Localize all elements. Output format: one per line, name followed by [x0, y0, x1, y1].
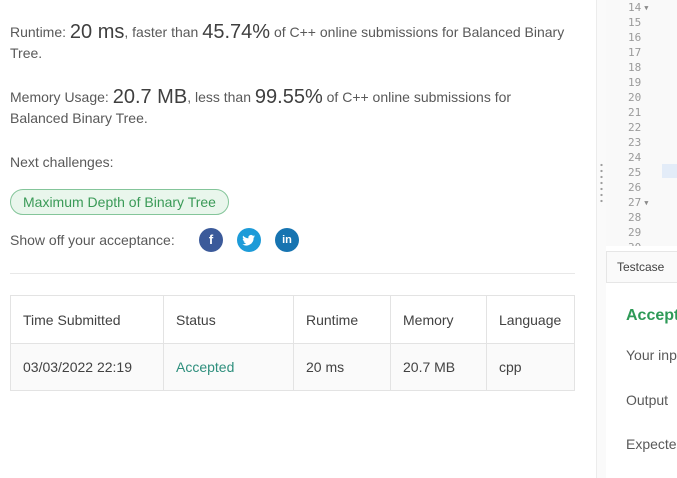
- line-number: 21: [628, 106, 642, 119]
- memory-label: Memory Usage:: [10, 89, 109, 105]
- line-number: 29: [628, 226, 642, 239]
- line-number: 22: [628, 121, 642, 134]
- fold-arrow-icon[interactable]: ▼: [644, 4, 648, 12]
- status-link[interactable]: Accepted: [163, 343, 294, 391]
- table-row[interactable]: 03/03/2022 22:19 Accepted 20 ms 20.7 MB …: [10, 343, 575, 391]
- line-number: 18: [628, 61, 642, 74]
- memory-percent: 99.55%: [254, 86, 323, 108]
- active-line-highlight: [662, 164, 677, 178]
- tab-testcase[interactable]: Testcase: [606, 251, 677, 283]
- next-challenges-label: Next challenges:: [10, 154, 114, 170]
- output-label: Output: [626, 392, 669, 408]
- panel-splitter[interactable]: [596, 0, 606, 478]
- line-number: 15: [628, 16, 642, 29]
- divider: [10, 273, 575, 274]
- twitter-icon[interactable]: [237, 228, 261, 252]
- code-editor[interactable]: 14 ▼ 15 16 17 18 19 20 21 22 23 24 25 26 …: [606, 0, 677, 246]
- memory-comparison: , less than: [187, 89, 252, 105]
- table-header-row: Time Submitted Status Runtime Memory Lan…: [10, 295, 575, 344]
- memory-stat: Memory Usage: 20.7 MB, less than 99.55% …: [10, 87, 570, 129]
- linkedin-icon[interactable]: in: [275, 228, 299, 252]
- column-header[interactable]: Time Submitted: [10, 295, 164, 344]
- submission-table: Time Submitted Status Runtime Memory Lan…: [10, 295, 575, 391]
- line-number: 28: [628, 211, 642, 224]
- column-header[interactable]: Status: [163, 295, 294, 344]
- line-number: 24: [628, 151, 642, 164]
- runtime-cell: 20 ms: [293, 343, 391, 391]
- language-cell: cpp: [486, 343, 575, 391]
- column-header[interactable]: Memory: [390, 295, 487, 344]
- runtime-label: Runtime:: [10, 24, 67, 40]
- fold-arrow-icon[interactable]: ▼: [644, 199, 648, 207]
- submission-detail-panel: Runtime: 20 ms, faster than 45.74% of C+…: [0, 0, 596, 478]
- line-number: 19: [628, 76, 642, 89]
- line-number: 17: [628, 46, 642, 59]
- facebook-icon[interactable]: f: [199, 228, 223, 252]
- line-number: 26: [628, 181, 642, 194]
- share-label: Show off your acceptance:: [10, 232, 175, 248]
- drag-handle-icon[interactable]: [600, 162, 603, 206]
- line-number: 20: [628, 91, 642, 104]
- line-number: 16: [628, 31, 642, 44]
- line-number: 30: [628, 240, 658, 246]
- time-submitted-cell: 03/03/2022 22:19: [10, 343, 164, 391]
- your-input-label: Your input: [626, 347, 677, 363]
- line-number: 25: [628, 166, 642, 179]
- line-number: 23: [628, 136, 642, 149]
- column-header[interactable]: Language: [486, 295, 575, 344]
- memory-value: 20.7 MB: [112, 86, 188, 108]
- line-number: 27 ▼: [628, 196, 649, 209]
- line-number: 14 ▼: [628, 1, 649, 14]
- runtime-percent: 45.74%: [202, 21, 271, 43]
- editor-panel: 14 ▼ 15 16 17 18 19 20 21 22 23 24 25 26 …: [606, 0, 677, 478]
- column-header[interactable]: Runtime: [293, 295, 391, 344]
- runtime-comparison: , faster than: [124, 24, 199, 40]
- expected-label: Expected: [626, 436, 677, 452]
- memory-cell: 20.7 MB: [390, 343, 487, 391]
- twitter-bird-glyph: [242, 234, 255, 246]
- challenge-link[interactable]: Maximum Depth of Binary Tree: [10, 189, 229, 215]
- runtime-value: 20 ms: [69, 21, 125, 43]
- result-status-title: Accepted: [626, 307, 677, 324]
- runtime-stat: Runtime: 20 ms, faster than 45.74% of C+…: [10, 22, 570, 64]
